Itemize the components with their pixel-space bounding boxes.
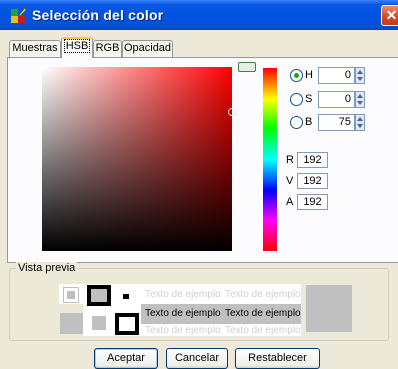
preview-swatch-outline <box>115 313 139 335</box>
v-value: 192 <box>297 173 328 189</box>
spin-down-icon <box>357 77 363 81</box>
saturation-brightness-picker[interactable] <box>42 67 232 251</box>
sample-text: Texto de ejemplo <box>145 325 221 336</box>
tab-label: RGB <box>95 42 120 54</box>
tab-opacidad[interactable]: Opacidad <box>122 40 173 57</box>
spin-up-icon <box>357 70 363 74</box>
h-input[interactable]: 0 <box>318 67 355 84</box>
tab-muestras[interactable]: Muestras <box>9 40 61 57</box>
preview-swatch-bordered <box>87 285 111 306</box>
preview-swatch-small <box>63 287 79 303</box>
tab-label: Muestras <box>12 42 58 54</box>
preview-color-swatch <box>306 285 352 332</box>
cancel-button[interactable]: Cancelar <box>166 348 228 369</box>
h-spinner[interactable] <box>355 67 365 84</box>
window-title: Selección del color <box>32 7 164 23</box>
spin-up-icon <box>357 94 363 98</box>
close-icon: ✕ <box>385 7 398 23</box>
color-picker-marker[interactable] <box>228 108 236 116</box>
s-input[interactable]: 0 <box>318 91 355 108</box>
hue-slider-handle[interactable] <box>238 62 256 72</box>
preview-legend: Vista previa <box>16 262 78 274</box>
spin-down-icon <box>357 124 363 128</box>
tab-label: HSB <box>63 39 91 53</box>
preview-swatch-dot <box>118 289 134 303</box>
r-label: R <box>286 154 294 166</box>
radio-b[interactable] <box>290 116 303 129</box>
palette-icon <box>11 7 27 23</box>
sample-text: Texto de ejemplo <box>145 289 221 300</box>
preview-swatch-fill <box>60 313 83 334</box>
close-button[interactable]: ✕ <box>381 5 398 26</box>
tab-hsb[interactable]: HSB <box>61 37 93 58</box>
reset-button[interactable]: Restablecer <box>235 348 320 369</box>
radio-s-label: S <box>305 93 313 105</box>
accept-button[interactable]: Aceptar <box>94 348 158 369</box>
v-label: V <box>286 175 294 187</box>
sample-text: Texto de ejemplo <box>225 289 301 300</box>
a-value: 192 <box>297 194 328 210</box>
radio-h-label: H <box>305 69 313 81</box>
a-label: A <box>286 196 294 208</box>
sample-text: Texto de ejemplo <box>145 308 221 319</box>
radio-s[interactable] <box>290 93 303 106</box>
spin-down-icon <box>357 101 363 105</box>
r-value: 192 <box>297 152 328 168</box>
tab-label: Opacidad <box>123 42 172 54</box>
radio-h[interactable] <box>290 69 303 82</box>
spin-up-icon <box>357 117 363 121</box>
preview-swatch-inner <box>92 316 106 330</box>
b-input[interactable]: 75 <box>318 114 355 131</box>
hue-slider[interactable] <box>263 68 277 251</box>
tab-rgb[interactable]: RGB <box>93 40 122 57</box>
sample-text: Texto de ejemplo <box>225 308 301 319</box>
radio-b-label: B <box>305 116 313 128</box>
title-bar: Selección del color ✕ <box>0 0 398 30</box>
b-spinner[interactable] <box>355 114 365 131</box>
s-spinner[interactable] <box>355 91 365 108</box>
sample-text: Texto de ejemplo <box>225 325 301 336</box>
